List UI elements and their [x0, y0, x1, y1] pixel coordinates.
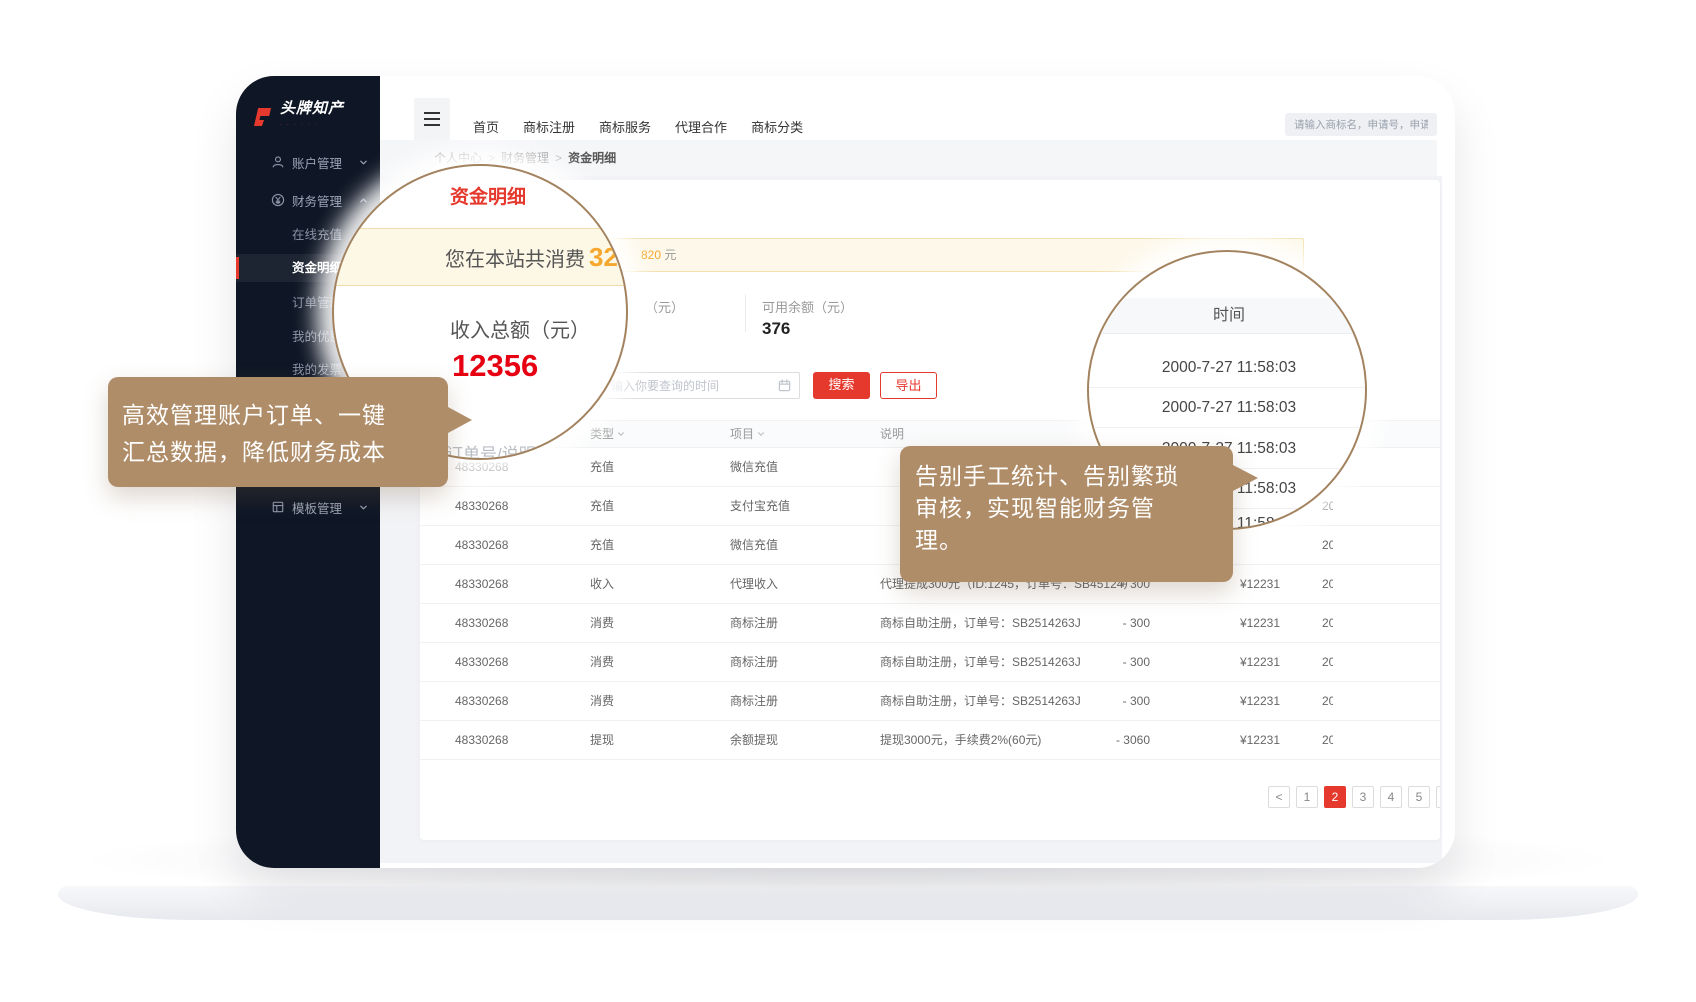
cell-time: 2000-7-27 11:58:03 — [1322, 604, 1333, 642]
table-row: 48330268 提现 余额提现 提现3000元，手续费2%(60元)- 3060 ¥1… — [420, 721, 1440, 760]
table-row: 48330268消费商标注册商标自助注册，订单号：SB2514263J- 300… — [420, 643, 1440, 682]
pagination-page-4[interactable]: 4 — [1380, 786, 1402, 808]
nav-item-4[interactable]: 商标分类 — [751, 117, 803, 136]
date-query-input[interactable] — [600, 372, 800, 399]
cell-time: 2000-7-27 11:58:03 — [1322, 526, 1333, 564]
cell-time: 2000-7-27 11:58:03 — [1322, 682, 1333, 720]
cell-type: 充值 — [590, 448, 614, 486]
cell-type: 消费 — [590, 604, 614, 642]
cell-type: 充值 — [590, 526, 614, 564]
table-row: 48330268消费商标注册商标自助注册，订单号：SB2514263J- 300… — [420, 604, 1440, 643]
chevron-up-icon — [359, 196, 368, 205]
cell-desc: 提现3000元，手续费2%(60元) — [880, 721, 1041, 759]
nav-item-0[interactable]: 首页 — [473, 117, 499, 136]
template-icon — [271, 500, 285, 514]
callout-right: 告别手工统计、告别繁琐 审核，实现智能财务管 理。 — [900, 446, 1233, 582]
cell-order: 48330268 — [455, 721, 508, 759]
stat-divider — [745, 294, 746, 332]
stat-balance-value: 376 — [762, 319, 790, 339]
nav-item-3[interactable]: 代理合作 — [675, 117, 727, 136]
cell-type: 充值 — [590, 487, 614, 525]
cell-order: 48330268 — [455, 487, 508, 525]
brand-logo-icon — [250, 105, 274, 129]
brand-logo[interactable]: 头牌知产 · · · · · · — [250, 102, 344, 132]
cell-type: 消费 — [590, 682, 614, 720]
laptop-base — [58, 886, 1638, 920]
cell-order: 48330268 — [455, 604, 508, 642]
trademark-search-input[interactable] — [1285, 113, 1437, 136]
menu-icon[interactable] — [414, 98, 450, 140]
cell-amount: - 300 — [1030, 604, 1150, 642]
pagination-next[interactable]: > — [1436, 786, 1440, 808]
cell-time: 2000-7-27 11:58:03 — [1322, 721, 1333, 759]
cell-order: 48330268 — [455, 565, 508, 603]
lens-income-value: 12356 — [452, 348, 538, 384]
cell-balance: ¥12231 — [1170, 604, 1280, 642]
cell-order: 48330268 — [455, 682, 508, 720]
cell-project: 代理收入 — [730, 565, 778, 603]
sidebar-item-finance[interactable]: 财务管理 — [236, 186, 380, 214]
column-header-project[interactable]: 项目 — [730, 421, 765, 448]
cell-type: 提现 — [590, 721, 614, 759]
pagination-page-3[interactable]: 3 — [1352, 786, 1374, 808]
lens-time-header: 时间 — [1089, 298, 1367, 334]
sidebar-item-template[interactable]: 模板管理 — [236, 493, 380, 521]
callout-left-arrow — [448, 407, 472, 433]
nav-item-2[interactable]: 商标服务 — [599, 117, 651, 136]
cell-type: 收入 — [590, 565, 614, 603]
column-header-desc: 说明 — [880, 421, 904, 448]
stat-expense-label: （元） — [645, 297, 684, 316]
cell-project: 余额提现 — [730, 721, 778, 759]
sidebar-item-account[interactable]: 账户管理 — [236, 148, 380, 176]
column-header-type[interactable]: 类型 — [590, 421, 625, 448]
lens-page-title: 资金明细 — [450, 182, 526, 209]
pagination: <12345 > — [420, 786, 1440, 808]
cell-amount: - 300 — [1030, 643, 1150, 681]
export-button[interactable]: 导出 — [880, 372, 937, 399]
pagination-page-1[interactable]: 1 — [1296, 786, 1318, 808]
finance-icon — [271, 193, 285, 207]
cell-amount: - 3060 — [1030, 721, 1150, 759]
cell-type: 消费 — [590, 643, 614, 681]
user-icon — [271, 155, 285, 169]
cell-order: 48330268 — [455, 526, 508, 564]
brand-name: 头牌知产 · · · · · · — [280, 102, 344, 132]
cell-balance: ¥12231 — [1170, 682, 1280, 720]
cell-project: 商标注册 — [730, 643, 778, 681]
callout-right-arrow — [1233, 465, 1258, 491]
chevron-down-icon — [359, 158, 368, 167]
lens-time-value: 2000-7-27 11:58:03 — [1089, 388, 1367, 428]
pagination-page-5[interactable]: 5 — [1408, 786, 1430, 808]
pagination-page-2[interactable]: 2 — [1324, 786, 1346, 808]
lens-time-value: 2000-7-27 11:58:03 — [1089, 348, 1367, 388]
pagination-prev[interactable]: < — [1268, 786, 1290, 808]
lens-income-label: 收入总额（元） — [450, 314, 590, 343]
table-row: 48330268消费商标注册商标自助注册，订单号：SB2514263J- 300… — [420, 682, 1440, 721]
stat-balance-label: 可用余额（元） — [762, 297, 853, 316]
cell-balance: ¥12231 — [1170, 643, 1280, 681]
nav-item-1[interactable]: 商标注册 — [523, 117, 575, 136]
laptop-mockup: 头牌知产 · · · · · · 账户管理 财务管理 在线充值资金明细订单管理我… — [0, 0, 1696, 1002]
top-nav: 首页 商标注册 商标服务 代理合作 商标分类 — [473, 117, 803, 136]
chevron-down-icon — [359, 503, 368, 512]
brand-tagline: · · · · · · — [280, 118, 344, 132]
cell-project: 微信充值 — [730, 526, 778, 564]
search-button[interactable]: 搜索 — [813, 372, 870, 399]
breadcrumb: 个人中心>财务管理>资金明细 — [380, 140, 1437, 176]
cell-project: 支付宝充值 — [730, 487, 790, 525]
cell-time: 2000-7-27 11:58:03 — [1322, 565, 1333, 603]
cell-time: 2000-7-27 11:58:03 — [1322, 643, 1333, 681]
callout-left: 高效管理账户订单、一键 汇总数据，降低财务成本 — [108, 377, 448, 487]
calendar-icon[interactable] — [778, 379, 791, 392]
cell-balance: ¥12231 — [1170, 721, 1280, 759]
cell-project: 商标注册 — [730, 682, 778, 720]
lens-consumption-banner: 您在本站共消费 32124 大 — [332, 228, 628, 286]
cell-order: 48330268 — [455, 643, 508, 681]
cell-project: 微信充值 — [730, 448, 778, 486]
sort-chevron-icon[interactable] — [757, 430, 765, 438]
sort-chevron-icon[interactable] — [617, 430, 625, 438]
cell-amount: - 300 — [1030, 682, 1150, 720]
cell-project: 商标注册 — [730, 604, 778, 642]
lens-column-header-fragment: 订单号/说明关键字 — [446, 440, 587, 460]
